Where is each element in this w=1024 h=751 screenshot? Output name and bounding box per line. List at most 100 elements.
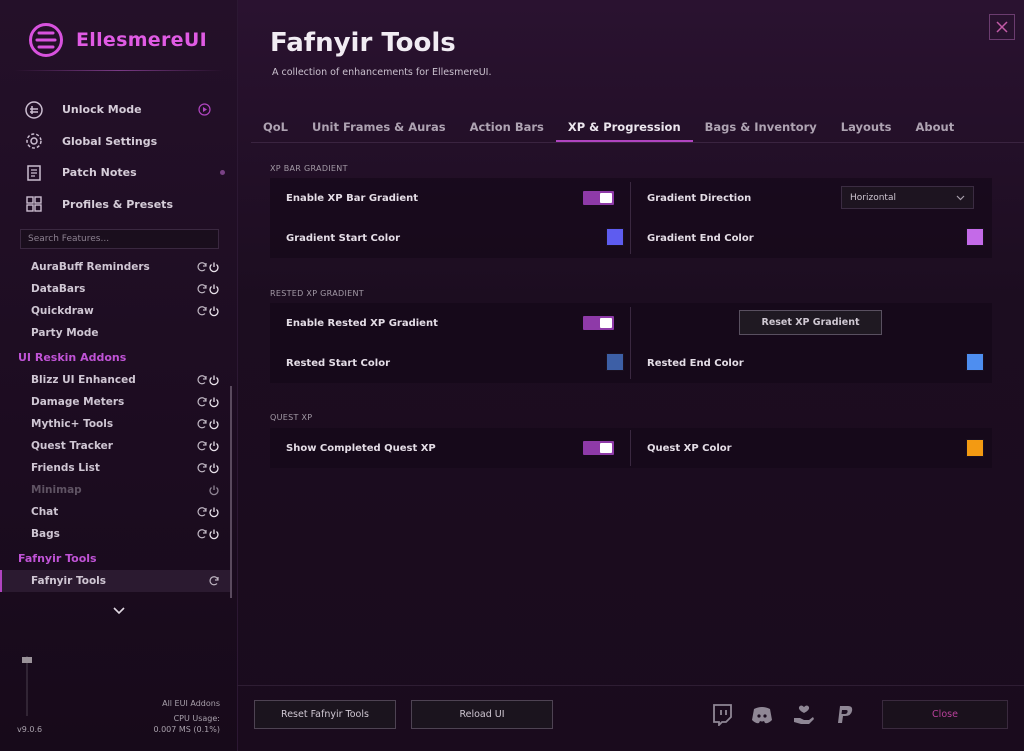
- quest-xp-color-label: Quest XP Color: [647, 442, 732, 454]
- sidebar: EllesmereUI Unlock Mode Global Settings …: [0, 0, 238, 751]
- show-completed-quest-xp-toggle[interactable]: [583, 441, 614, 455]
- play-icon[interactable]: [198, 103, 211, 116]
- refresh-icon[interactable]: [196, 440, 208, 452]
- power-icon[interactable]: [208, 283, 220, 295]
- refresh-icon[interactable]: [196, 462, 208, 474]
- close-button[interactable]: Close: [882, 700, 1008, 729]
- sidebar-item-minimap[interactable]: Minimap: [0, 479, 232, 501]
- power-icon[interactable]: [208, 261, 220, 273]
- gradient-end-color-swatch[interactable]: [966, 228, 984, 246]
- rested-start-color-label: Rested Start Color: [286, 357, 390, 369]
- power-icon[interactable]: [208, 396, 220, 408]
- toggle-knob: [600, 193, 612, 203]
- discord-icon[interactable]: [750, 704, 774, 726]
- paypal-icon[interactable]: [833, 704, 857, 726]
- tab-layouts[interactable]: Layouts: [829, 104, 904, 142]
- sidebar-item-quickdraw[interactable]: Quickdraw: [0, 300, 232, 322]
- show-completed-quest-xp-label: Show Completed Quest XP: [286, 442, 436, 454]
- tab-qol[interactable]: QoL: [251, 104, 300, 142]
- sidebar-item-fafnyir-tools[interactable]: Fafnyir Tools: [0, 570, 232, 592]
- power-icon[interactable]: [208, 506, 220, 518]
- nav-global-settings[interactable]: Global Settings: [24, 126, 229, 158]
- nav-unlock-mode[interactable]: Unlock Mode: [24, 94, 229, 126]
- refresh-icon[interactable]: [196, 305, 208, 317]
- gradient-direction-dropdown[interactable]: Horizontal: [841, 186, 974, 209]
- cpu-scope: All EUI Addons: [162, 699, 220, 708]
- tab-about[interactable]: About: [903, 104, 966, 142]
- nav-patch-notes[interactable]: Patch Notes: [24, 157, 229, 189]
- chevron-down-icon[interactable]: [112, 606, 126, 616]
- reset-xp-gradient-button[interactable]: Reset XP Gradient: [739, 310, 882, 335]
- tab-unit-frames-auras[interactable]: Unit Frames & Auras: [300, 104, 458, 142]
- reset-fafnyir-tools-button[interactable]: Reset Fafnyir Tools: [254, 700, 396, 729]
- tab-xp-progression[interactable]: XP & Progression: [555, 104, 693, 142]
- sidebar-item-bags[interactable]: Bags: [0, 523, 232, 545]
- refresh-icon[interactable]: [196, 528, 208, 540]
- enable-rested-gradient-toggle[interactable]: [583, 316, 614, 330]
- rested-end-color-swatch[interactable]: [966, 353, 984, 371]
- power-icon[interactable]: [208, 374, 220, 386]
- sidebar-item-label: Friends List: [31, 462, 100, 474]
- refresh-icon[interactable]: [196, 283, 208, 295]
- refresh-icon[interactable]: [196, 374, 208, 386]
- nav-label: Global Settings: [62, 134, 158, 148]
- sidebar-item-chat[interactable]: Chat: [0, 501, 232, 523]
- refresh-icon[interactable]: [196, 396, 208, 408]
- toggle-knob: [600, 443, 612, 453]
- notes-icon: [27, 165, 41, 181]
- refresh-icon[interactable]: [196, 506, 208, 518]
- sidebar-item-label: DataBars: [31, 283, 86, 295]
- tab-bags-inventory[interactable]: Bags & Inventory: [693, 104, 829, 142]
- sidebar-item-quest-tracker[interactable]: Quest Tracker: [0, 435, 232, 457]
- sidebar-item-label: Fafnyir Tools: [31, 575, 107, 587]
- column-divider: [630, 307, 631, 379]
- sidebar-item-mythic-tools[interactable]: Mythic+ Tools: [0, 413, 232, 435]
- refresh-icon[interactable]: [208, 575, 220, 587]
- sidebar-scrollbar[interactable]: [230, 386, 232, 598]
- quest-xp-card: Show Completed Quest XP Quest XP Color: [270, 428, 992, 468]
- power-icon[interactable]: [208, 528, 220, 540]
- grid-icon: [26, 196, 42, 212]
- search-input[interactable]: Search Features...: [20, 229, 219, 249]
- tab-action-bars[interactable]: Action Bars: [458, 104, 556, 142]
- power-icon[interactable]: [208, 484, 220, 496]
- refresh-icon[interactable]: [196, 418, 208, 430]
- main-panel: Fafnyir Tools A collection of enhancemen…: [237, 0, 1024, 751]
- enable-xp-gradient-toggle[interactable]: [583, 191, 614, 205]
- sidebar-item-databars[interactable]: DataBars: [0, 278, 232, 300]
- power-icon[interactable]: [208, 418, 220, 430]
- close-window-button[interactable]: [989, 14, 1015, 40]
- sidebar-item-blizz-ui-enhanced[interactable]: Blizz UI Enhanced: [0, 369, 232, 391]
- sidebar-item-label: Quest Tracker: [31, 440, 113, 452]
- top-nav: Unlock Mode Global Settings Patch Notes …: [24, 94, 229, 220]
- quest-xp-color-swatch[interactable]: [966, 439, 984, 457]
- window: EllesmereUI Unlock Mode Global Settings …: [0, 0, 1024, 751]
- sidebar-item-label: Quickdraw: [31, 305, 94, 317]
- reload-ui-button[interactable]: Reload UI: [411, 700, 553, 729]
- power-icon[interactable]: [208, 440, 220, 452]
- sidebar-item-friends-list[interactable]: Friends List: [0, 457, 232, 479]
- tab-bar: QoL Unit Frames & Auras Action Bars XP &…: [251, 104, 1024, 143]
- sidebar-item-damage-meters[interactable]: Damage Meters: [0, 391, 232, 413]
- sidebar-item-aurabuff-reminders[interactable]: AuraBuff Reminders: [0, 256, 232, 278]
- gradient-start-color-swatch[interactable]: [606, 228, 624, 246]
- notification-dot: [220, 170, 225, 176]
- rested-start-color-swatch[interactable]: [606, 353, 624, 371]
- section-heading-rested-xp-gradient: RESTED XP GRADIENT: [270, 289, 364, 298]
- sidebar-item-label: Damage Meters: [31, 396, 125, 408]
- power-icon[interactable]: [208, 462, 220, 474]
- rested-end-color-label: Rested End Color: [647, 357, 744, 369]
- donate-icon[interactable]: [792, 704, 816, 726]
- column-divider: [630, 182, 631, 254]
- nav-profiles-presets[interactable]: Profiles & Presets: [24, 189, 229, 221]
- cpu-usage-value: 0.007 MS (0.1%): [153, 725, 220, 734]
- sidebar-item-party-mode[interactable]: Party Mode: [0, 322, 232, 344]
- scale-slider[interactable]: [21, 656, 33, 716]
- chevron-down-icon: [956, 195, 965, 201]
- enable-rested-gradient-label: Enable Rested XP Gradient: [286, 317, 438, 329]
- version-label: v9.0.6: [17, 725, 43, 734]
- twitch-icon[interactable]: [710, 704, 734, 726]
- power-icon[interactable]: [208, 305, 220, 317]
- refresh-icon[interactable]: [196, 261, 208, 273]
- sidebar-item-label: Minimap: [31, 484, 82, 496]
